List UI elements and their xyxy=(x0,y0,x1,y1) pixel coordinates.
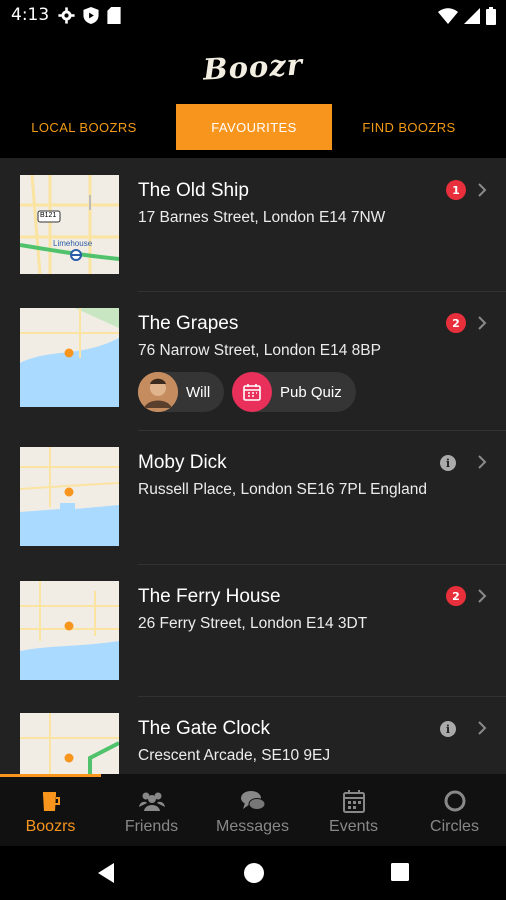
settings-gear-icon xyxy=(58,7,75,24)
avatar xyxy=(138,372,178,412)
event-name: Pub Quiz xyxy=(280,383,342,401)
notification-badge: 2 xyxy=(446,313,466,333)
chevron-right-icon xyxy=(478,316,487,330)
pub-row-the-gate-clock[interactable]: The Gate Clock Crescent Arcade, SE10 9EJ… xyxy=(0,697,506,774)
tab-favourites[interactable]: FAVOURITES xyxy=(176,104,332,150)
status-bar: 4:13 xyxy=(0,0,506,32)
system-navigation-bar xyxy=(0,846,506,900)
play-protect-icon xyxy=(83,7,99,24)
pub-row-the-grapes[interactable]: The Grapes 76 Narrow Street, London E14 … xyxy=(0,292,506,431)
info-icon[interactable]: i xyxy=(440,721,456,737)
pub-row-the-ferry-house[interactable]: The Ferry House 26 Ferry Street, London … xyxy=(0,565,506,697)
cellular-signal-icon xyxy=(464,8,480,24)
pub-name: The Grapes xyxy=(138,313,239,334)
chevron-right-icon xyxy=(478,589,487,603)
map-place-label: Limehouse xyxy=(53,239,93,248)
pub-address: Crescent Arcade, SE10 9EJ xyxy=(138,747,331,764)
pub-name: The Old Ship xyxy=(138,180,249,201)
circle-icon xyxy=(444,790,465,812)
pub-name: Moby Dick xyxy=(138,452,227,473)
nav-circles[interactable]: Circles xyxy=(404,774,505,846)
app-header: Boozr xyxy=(0,32,506,102)
pint-icon xyxy=(42,792,60,811)
pub-address: 26 Ferry Street, London E14 3DT xyxy=(138,615,368,632)
pub-list: B121 Limehouse The Old Ship 17 Barnes St… xyxy=(0,158,506,774)
map-road-label: B121 xyxy=(40,212,57,219)
pub-row-moby-dick[interactable]: Moby Dick Russell Place, London SE16 7PL… xyxy=(0,431,506,565)
nav-label: Boozrs xyxy=(25,818,76,835)
pub-row-the-old-ship[interactable]: B121 Limehouse The Old Ship 17 Barnes St… xyxy=(0,158,506,292)
back-icon[interactable] xyxy=(96,862,116,884)
notification-badge: 2 xyxy=(446,586,466,606)
nav-label: Circles xyxy=(430,818,479,835)
chevron-right-icon xyxy=(478,721,487,735)
map-thumbnail: B121 Limehouse xyxy=(20,175,119,274)
map-thumbnail xyxy=(20,581,119,680)
friend-name: Will xyxy=(186,383,211,401)
nav-messages[interactable]: Messages xyxy=(202,774,303,846)
nav-boozrs[interactable]: Boozrs xyxy=(0,774,101,846)
nav-label: Friends xyxy=(124,818,179,835)
bottom-navigation: Boozrs Friends Messages Events Circles xyxy=(0,774,506,846)
sd-card-icon xyxy=(107,7,121,24)
home-icon[interactable] xyxy=(243,862,265,884)
pub-address: 17 Barnes Street, London E14 7NW xyxy=(138,209,386,226)
wifi-icon xyxy=(438,8,458,24)
pub-address: Russell Place, London SE16 7PL England xyxy=(138,481,427,498)
status-time: 4:13 xyxy=(11,5,50,25)
calendar-icon xyxy=(232,372,272,412)
chevron-right-icon xyxy=(478,183,487,197)
tab-find-boozrs[interactable]: FIND BOOZRS xyxy=(336,104,482,150)
map-thumbnail xyxy=(20,713,119,774)
chat-bubbles-icon xyxy=(240,791,265,810)
calendar-icon xyxy=(342,790,365,813)
battery-icon xyxy=(486,7,496,25)
event-chip-pub-quiz[interactable]: Pub Quiz xyxy=(232,372,356,412)
tab-bar: LOCAL BOOZRS FAVOURITES FIND BOOZRS xyxy=(0,104,506,154)
nav-events[interactable]: Events xyxy=(303,774,404,846)
friend-chip-will[interactable]: Will xyxy=(138,372,225,412)
pub-address: 76 Narrow Street, London E14 8BP xyxy=(138,342,381,359)
app-logo: Boozr xyxy=(202,47,304,87)
nav-friends[interactable]: Friends xyxy=(101,774,202,846)
tab-local-boozrs[interactable]: LOCAL BOOZRS xyxy=(0,104,168,150)
nav-label: Events xyxy=(329,818,378,835)
pub-name: The Ferry House xyxy=(138,586,281,607)
friends-icon xyxy=(138,792,165,811)
pub-name: The Gate Clock xyxy=(138,718,270,739)
nav-label: Messages xyxy=(216,818,289,835)
info-icon[interactable]: i xyxy=(440,455,456,471)
map-thumbnail xyxy=(20,447,119,546)
notification-badge: 1 xyxy=(446,180,466,200)
recents-icon[interactable] xyxy=(390,862,410,882)
map-thumbnail xyxy=(20,308,119,407)
chevron-right-icon xyxy=(478,455,487,469)
